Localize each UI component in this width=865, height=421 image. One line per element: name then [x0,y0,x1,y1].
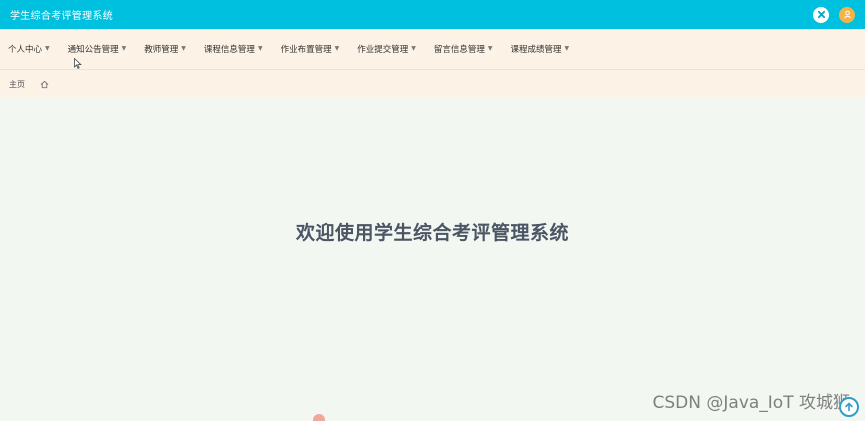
nav-item-teacher-management[interactable]: 教师管理 ▼ [144,43,186,56]
nav-item-label: 课程信息管理 [203,45,255,55]
caret-down-icon: ▼ [411,44,416,52]
caret-down-icon: ▼ [487,44,493,52]
welcome-heading: 欢迎使用学生综合考评管理系统 [295,222,569,244]
nav-item-label: 留言信息管理 [433,45,485,55]
caret-down-icon: ▼ [257,44,263,52]
home-icon[interactable] [40,80,49,89]
nav-item-label: 课程成绩管理 [510,45,562,55]
arrow-up-icon [845,402,853,412]
app-title: 学生综合考评管理系统 [10,11,113,22]
nav-item-label: 作业提交管理 [357,45,409,55]
breadcrumb: 主页 [0,70,865,98]
nav-item-label: 个人中心 [8,45,43,55]
nav-item-notice-management[interactable]: 通知公告管理 ▼ [67,43,127,56]
nav-item-personal-center[interactable]: 个人中心 ▼ [8,43,50,56]
watermark-text: CSDN @Java_IoT 攻城狮 [652,393,850,413]
main-nav: 个人中心 ▼ 通知公告管理 ▼ 教师管理 ▼ 课程信息管理 ▼ 作业布置管理 ▼… [0,29,865,70]
caret-down-icon: ▼ [334,44,340,52]
nav-item-homework-assign-management[interactable]: 作业布置管理 ▼ [280,43,340,56]
close-button[interactable] [813,6,829,23]
header-actions [813,6,855,23]
nav-item-course-grade-management[interactable]: 课程成绩管理 ▼ [510,43,570,56]
user-icon [843,10,851,19]
nav-item-course-info-management[interactable]: 课程信息管理 ▼ [203,43,263,56]
decorative-dot [313,414,325,421]
nav-item-homework-submit-management[interactable]: 作业提交管理 ▼ [357,43,416,56]
back-to-top-button[interactable] [839,397,859,417]
caret-down-icon: ▼ [121,44,127,52]
top-header: 学生综合考评管理系统 [0,0,865,29]
caret-down-icon: ▼ [45,44,50,52]
nav-item-label: 教师管理 [144,45,179,55]
mouse-cursor-icon [74,58,82,69]
main-content: 欢迎使用学生综合考评管理系统 [0,98,865,421]
close-icon [817,10,825,19]
caret-down-icon: ▼ [181,44,186,52]
nav-item-label: 通知公告管理 [67,45,119,55]
caret-down-icon: ▼ [564,44,570,52]
user-avatar-button[interactable] [839,6,855,23]
breadcrumb-home-link[interactable]: 主页 [9,79,25,90]
nav-item-message-management[interactable]: 留言信息管理 ▼ [433,43,493,56]
nav-item-label: 作业布置管理 [280,45,332,55]
